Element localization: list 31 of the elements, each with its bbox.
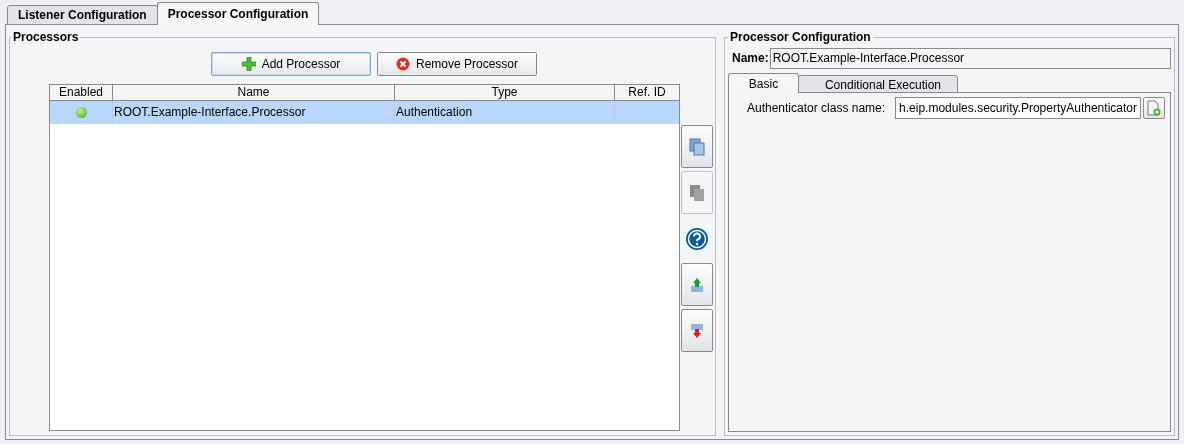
toolbar-button[interactable] — [681, 309, 713, 352]
add-button[interactable]: Add Processor — [211, 52, 371, 76]
table-cell: Authentication — [395, 101, 615, 124]
plus-icon — [241, 57, 256, 71]
table-row[interactable]: ROOT.Example-Interface.Processor Authentication — [50, 101, 679, 124]
name-field[interactable]: ROOT.Example-Interface.Processor — [769, 47, 1171, 69]
column-header[interactable]: Name — [113, 85, 395, 100]
move-down-icon — [690, 322, 704, 339]
panel-title: Processor Configuration — [729, 29, 872, 46]
field-label: Name: — [732, 50, 769, 67]
tab[interactable]: Listener Configuration — [7, 5, 158, 25]
field-label: Authenticator class name: — [747, 100, 886, 117]
remove-button[interactable]: Remove Processor — [377, 52, 537, 76]
tab[interactable]: Processor Configuration — [156, 2, 320, 25]
new-file-icon — [1147, 100, 1161, 116]
copy-icon — [689, 183, 705, 202]
table-cell: ROOT.Example-Interface.Processor — [113, 101, 395, 124]
copy-icon — [689, 137, 705, 156]
toolbar-button[interactable] — [681, 125, 713, 168]
move-up-icon — [690, 276, 704, 293]
close-icon — [395, 57, 410, 71]
column-header[interactable]: Ref. ID — [615, 85, 679, 100]
help-icon — [685, 226, 709, 251]
column-header[interactable]: Enabled — [50, 85, 113, 100]
panel-title: Processors — [12, 29, 80, 46]
column-header[interactable]: Type — [395, 85, 615, 100]
tab[interactable]: Conditional Execution — [798, 75, 958, 93]
tab[interactable]: Basic — [728, 73, 799, 93]
browse-button[interactable] — [1143, 97, 1165, 119]
toolbar-button[interactable] — [681, 263, 713, 306]
class-name-field[interactable]: h.eip.modules.security.PropertyAuthenticator — [895, 97, 1141, 119]
